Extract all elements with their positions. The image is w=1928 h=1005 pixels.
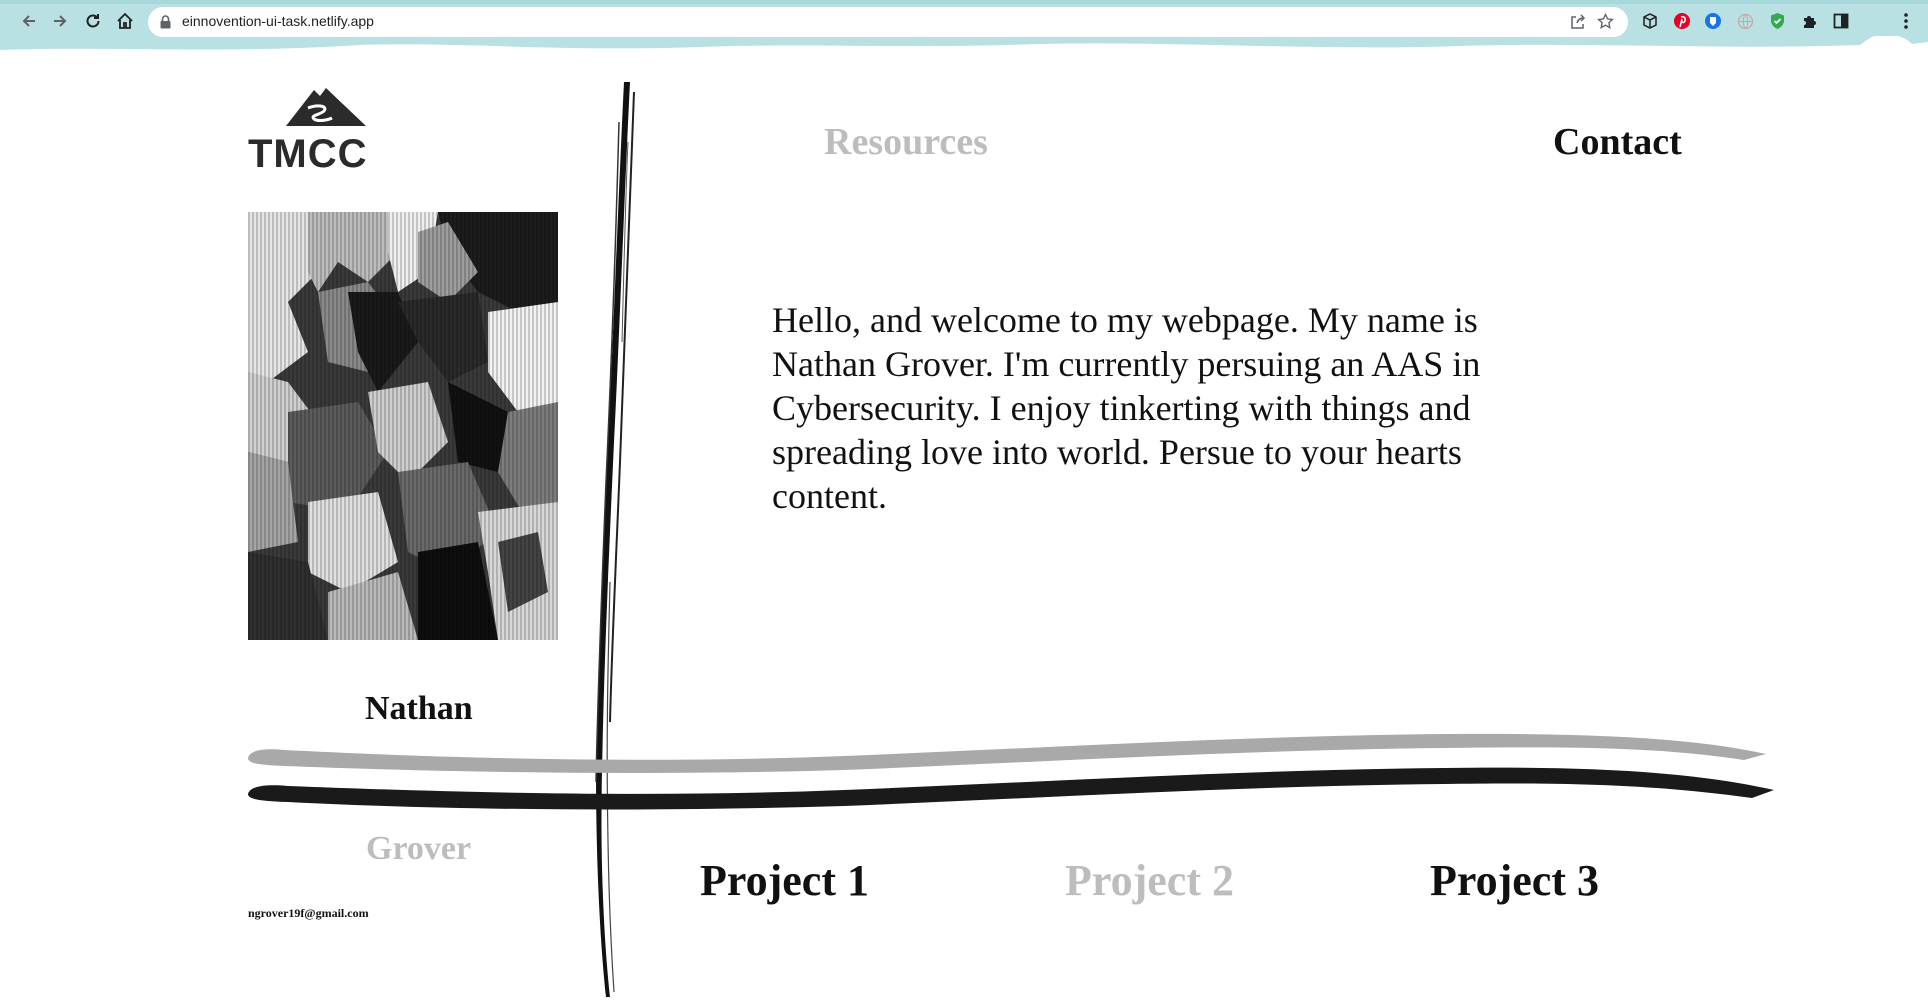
globe-icon[interactable] (1735, 11, 1755, 31)
tmcc-logo-text: TMCC (248, 132, 368, 176)
vertical-brush-divider (595, 82, 635, 997)
torn-paper-edge (0, 36, 1928, 60)
project-3-link[interactable]: Project 3 (1430, 855, 1599, 906)
project-1-link[interactable]: Project 1 (700, 855, 869, 906)
back-arrow-icon[interactable] (18, 10, 40, 32)
lock-icon (160, 15, 171, 32)
welcome-bio-text: Hello, and welcome to my webpage. My nam… (772, 300, 1481, 516)
abstract-artwork-image (248, 212, 558, 640)
horizontal-brush-strokes (248, 733, 1774, 810)
share-icon[interactable] (1570, 14, 1586, 33)
project-2-link[interactable]: Project 2 (1065, 855, 1234, 906)
sidebar-icon[interactable] (1831, 11, 1851, 31)
email-text: ngrover19f@gmail.com (248, 906, 369, 920)
menu-dots-icon[interactable] (1896, 11, 1916, 31)
url-text[interactable]: einnovention-ui-task.netlify.app (182, 13, 374, 29)
first-name-heading: Nathan (365, 690, 473, 727)
address-bar[interactable]: einnovention-ui-task.netlify.app (148, 7, 1628, 37)
nav-link-contact[interactable]: Contact (1553, 120, 1682, 164)
nav-link-resources[interactable]: Resources (824, 120, 988, 164)
pinterest-icon[interactable] (1672, 11, 1692, 31)
extension-cube-icon[interactable] (1640, 11, 1660, 31)
browser-top-bar (0, 0, 1928, 4)
forward-arrow-icon[interactable] (49, 10, 71, 32)
home-icon[interactable] (114, 10, 136, 32)
last-name-heading: Grover (366, 830, 472, 867)
puzzle-icon[interactable] (1799, 11, 1819, 31)
shield-icon[interactable] (1703, 11, 1723, 31)
shield-check-icon[interactable] (1767, 11, 1787, 31)
star-icon[interactable] (1597, 12, 1614, 33)
reload-icon[interactable] (82, 10, 104, 32)
